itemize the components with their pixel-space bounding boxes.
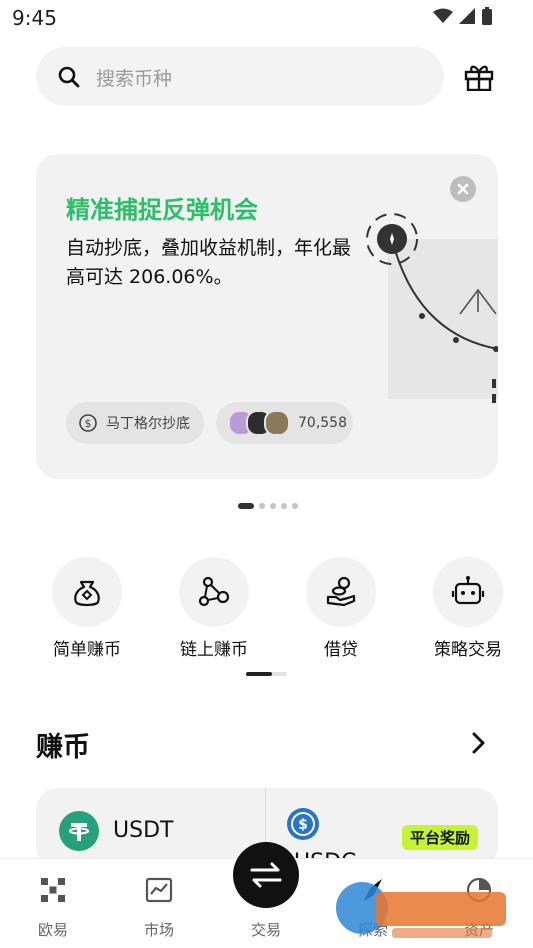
promo-banner[interactable]: 精准捕捉反弹机会 自动抄底，叠加收益机制，年化最高可达 206.06%。 $ 马… <box>36 154 498 479</box>
banner-description: 自动抄底，叠加收益机制，年化最高可达 206.06%。 <box>66 237 352 288</box>
chart-icon <box>145 877 173 903</box>
dollar-cycle-icon: $ <box>79 414 97 432</box>
feature-label: 借贷 <box>324 640 358 660</box>
strategy-pill-label: 马丁格尔抄底 <box>106 416 190 432</box>
tether-icon <box>59 811 99 851</box>
status-time: 9:45 <box>12 6 57 30</box>
banner-close-button[interactable] <box>450 176 476 202</box>
feature-strategy-trading[interactable]: 策略交易 <box>413 557 523 660</box>
banner-illustration <box>366 213 498 403</box>
feature-icon-wrap <box>52 557 122 627</box>
signal-icon <box>459 8 475 24</box>
svg-text:$: $ <box>298 817 308 833</box>
participant-avatars <box>228 410 290 436</box>
chain-nodes-icon <box>198 576 230 607</box>
watermark-logo <box>336 882 506 938</box>
page-dot <box>281 503 287 509</box>
banner-title: 精准捕捉反弹机会 <box>66 196 258 224</box>
page-dot <box>259 503 265 509</box>
page-dot <box>270 503 276 509</box>
page-dot-active <box>238 503 254 509</box>
swap-icon <box>250 862 282 888</box>
avatar <box>264 410 290 436</box>
participants-pill: 70,558 <box>216 402 353 444</box>
feature-label: 链上赚币 <box>180 640 248 660</box>
tab-label: 市场 <box>143 921 174 939</box>
money-bag-icon <box>74 580 100 607</box>
page-dot <box>292 503 298 509</box>
feature-onchain-earn[interactable]: 链上赚币 <box>159 557 269 660</box>
feature-icon-wrap <box>179 557 249 627</box>
feature-icon-wrap <box>433 557 503 627</box>
tab-label: 欧易 <box>37 921 68 939</box>
search-bar[interactable]: 搜索币种 <box>36 47 444 106</box>
feature-label: 策略交易 <box>434 640 502 660</box>
feature-label: 简单赚币 <box>53 640 121 660</box>
trade-button[interactable] <box>233 842 299 908</box>
participants-count: 70,558 <box>298 415 347 431</box>
feature-scroll-thumb <box>246 672 272 676</box>
wifi-icon <box>433 8 453 23</box>
feature-loan[interactable]: 借贷 <box>286 557 396 660</box>
robot-icon <box>451 576 485 605</box>
chevron-right-icon[interactable] <box>468 730 490 756</box>
feature-icon-wrap <box>306 557 376 627</box>
coins-hand-icon <box>326 576 356 607</box>
status-icons <box>433 6 493 26</box>
close-icon <box>457 183 469 195</box>
banner-pagination <box>238 503 298 509</box>
search-placeholder: 搜索币种 <box>96 68 173 90</box>
reward-badge: 平台奖励 <box>402 825 479 850</box>
feature-simple-earn[interactable]: 简单赚币 <box>32 557 142 660</box>
tab-label: 交易 <box>250 921 281 939</box>
svg-text:$: $ <box>85 417 92 430</box>
section-title-earn: 赚币 <box>36 732 90 763</box>
search-icon <box>58 66 80 88</box>
usdc-icon: $ <box>287 808 319 840</box>
tab-market[interactable]: 市场 <box>119 875 199 940</box>
feature-scroll-indicator <box>246 672 287 676</box>
okx-logo-icon <box>41 878 65 902</box>
gift-icon[interactable] <box>464 63 494 91</box>
status-bar: 9:45 <box>0 0 533 36</box>
battery-icon <box>482 7 492 25</box>
strategy-pill[interactable]: $ 马丁格尔抄底 <box>66 402 204 444</box>
tab-okx[interactable]: 欧易 <box>13 875 93 940</box>
coin-symbol: USDT <box>113 818 174 843</box>
